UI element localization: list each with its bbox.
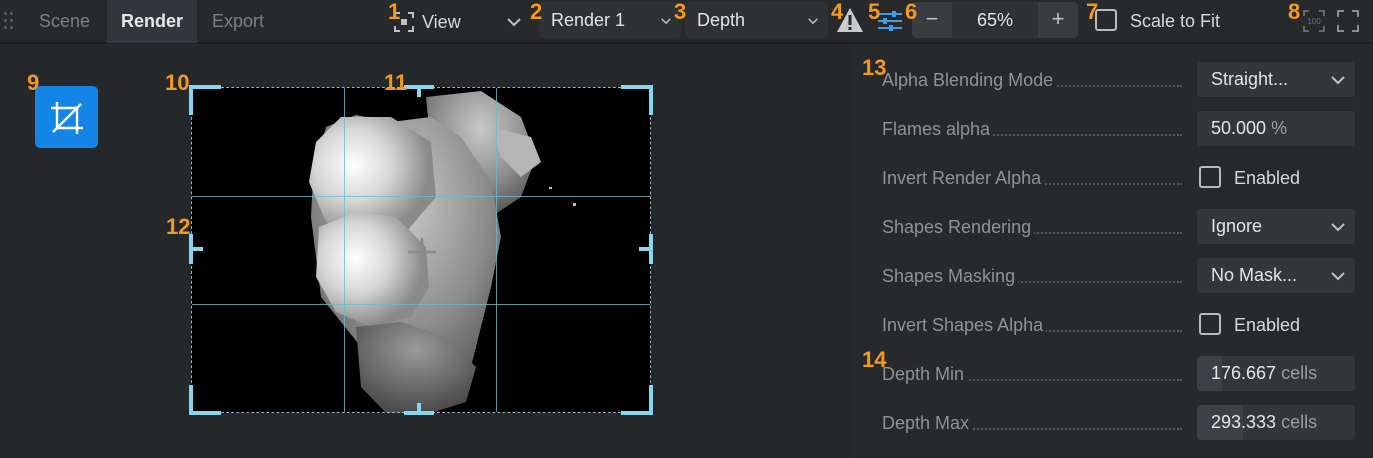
alpha-blending-mode-select[interactable]: Straight... <box>1197 62 1355 97</box>
depth-max-row: Depth Max <box>882 411 1182 435</box>
depth-max-unit: cells <box>1281 412 1318 432</box>
grid-line-horizontal <box>192 304 650 305</box>
invert-render-alpha-checkbox[interactable] <box>1199 166 1221 188</box>
settings-sliders-icon[interactable] <box>877 10 903 32</box>
scale-to-fit-label: Scale to Fit <box>1130 11 1221 31</box>
chevron-down-icon <box>1331 272 1345 281</box>
annotation-14: 14 <box>862 347 887 372</box>
depth-min-unit: cells <box>1281 363 1318 383</box>
invert-shapes-alpha-label: Invert Shapes Alpha <box>882 313 1047 337</box>
chevron-down-icon <box>1331 223 1345 232</box>
fullscreen-icon[interactable] <box>1336 9 1360 33</box>
annotation-2: 2 <box>530 0 543 24</box>
mode-select[interactable]: Depth <box>685 2 828 38</box>
tab-export[interactable]: Export <box>198 0 278 43</box>
grid-line-vertical <box>496 88 497 412</box>
crop-handle-top-left[interactable] <box>189 85 221 89</box>
annotation-9: 9 <box>27 70 40 95</box>
alpha-blending-mode-label: Alpha Blending Mode <box>882 68 1057 92</box>
grid-line-horizontal <box>192 196 650 197</box>
shapes-masking-value: No Mask... <box>1211 265 1298 285</box>
shapes-rendering-row: Shapes Rendering <box>882 215 1182 239</box>
shapes-masking-row: Shapes Masking <box>882 264 1182 288</box>
tab-render[interactable]: Render <box>107 0 198 43</box>
depth-min-input[interactable]: 176.667 cells <box>1197 356 1355 391</box>
depth-max-label: Depth Max <box>882 411 973 435</box>
grid-line-vertical <box>344 88 345 412</box>
annotation-13: 13 <box>862 55 887 80</box>
crop-handle-top-right-vertical <box>649 85 653 115</box>
crop-handle-left-tick <box>189 247 203 251</box>
invert-shapes-alpha-row: Invert Shapes Alpha <box>882 313 1182 337</box>
crop-handle-top-left-vertical <box>189 85 193 115</box>
depth-min-label: Depth Min <box>882 362 968 386</box>
annotation-12: 12 <box>166 214 191 239</box>
depth-max-value: 293.333 <box>1211 412 1277 432</box>
chevron-down-icon <box>661 18 671 25</box>
flames-alpha-unit: % <box>1271 118 1288 138</box>
annotation-11: 11 <box>384 70 408 95</box>
render-properties-panel <box>850 44 1373 458</box>
depth-max-input[interactable]: 293.333 cells <box>1197 405 1355 440</box>
zoom-out-button[interactable]: − <box>912 2 952 38</box>
annotation-8: 8 <box>1288 0 1301 24</box>
crop-handle-bottom-left[interactable] <box>189 411 221 415</box>
tab-scene[interactable]: Scene <box>25 0 104 43</box>
shapes-masking-select[interactable]: No Mask... <box>1197 258 1355 293</box>
annotation-3: 3 <box>674 0 687 24</box>
zoom-in-button[interactable]: + <box>1038 2 1078 38</box>
flames-alpha-label: Flames alpha <box>882 117 994 141</box>
invert-shapes-alpha-checkbox[interactable] <box>1199 313 1221 335</box>
top-toolbar: Scene Render Export View Render 1 Depth … <box>0 0 1373 43</box>
alpha-blending-mode-row: Alpha Blending Mode <box>882 68 1182 92</box>
crop-handle-right-tick <box>639 247 653 251</box>
chevron-down-icon <box>506 18 521 27</box>
svg-text:100: 100 <box>1307 17 1321 26</box>
invert-render-alpha-row: Invert Render Alpha <box>882 166 1182 190</box>
invert-render-alpha-label: Invert Render Alpha <box>882 166 1045 190</box>
crop-frame[interactable] <box>191 87 651 413</box>
flames-alpha-value: 50.000 <box>1211 118 1267 138</box>
depth-min-row: Depth Min <box>882 362 1182 386</box>
chevron-down-icon <box>1331 76 1345 85</box>
crop-tool-button[interactable] <box>35 86 98 148</box>
render-select-value: Render 1 <box>551 10 626 30</box>
annotation-10: 10 <box>165 70 190 95</box>
crop-handle-bottom-right-vertical <box>649 385 653 415</box>
chevron-down-icon <box>808 18 818 25</box>
flames-alpha-input[interactable]: 50.000 % <box>1197 111 1355 146</box>
center-crosshair-icon <box>408 238 436 266</box>
scale-to-fit-checkbox[interactable] <box>1095 9 1117 31</box>
annotation-1: 1 <box>388 0 401 24</box>
render-select[interactable]: Render 1 <box>539 2 681 38</box>
shapes-masking-label: Shapes Masking <box>882 264 1019 288</box>
annotation-6: 6 <box>905 0 918 24</box>
invert-render-alpha-enabled-label: Enabled <box>1234 168 1301 188</box>
annotation-5: 5 <box>868 0 881 24</box>
crop-handle-bottom-tick <box>417 403 421 415</box>
zoom-value[interactable]: 65% <box>952 2 1038 38</box>
mode-select-value: Depth <box>697 10 746 30</box>
crop-handle-bottom-left-vertical <box>189 385 193 415</box>
view-menu-button[interactable]: View <box>392 8 521 36</box>
shapes-rendering-select[interactable]: Ignore <box>1197 209 1355 244</box>
actual-size-icon[interactable]: 100 <box>1302 9 1326 33</box>
invert-shapes-alpha-enabled-label: Enabled <box>1234 315 1301 335</box>
drag-handle-icon[interactable] <box>4 12 14 32</box>
shapes-rendering-value: Ignore <box>1211 216 1263 236</box>
view-label: View <box>422 11 461 32</box>
annotation-4: 4 <box>831 0 844 24</box>
shapes-rendering-label: Shapes Rendering <box>882 215 1035 239</box>
alpha-blending-mode-value: Straight... <box>1211 69 1289 89</box>
crop-handle-top-tick <box>417 85 421 97</box>
annotation-7: 7 <box>1086 0 1099 24</box>
flames-alpha-row: Flames alpha <box>882 117 1182 141</box>
depth-min-value: 176.667 <box>1211 363 1277 383</box>
zoom-control: − 65% + <box>912 2 1078 38</box>
crop-icon <box>51 102 83 134</box>
